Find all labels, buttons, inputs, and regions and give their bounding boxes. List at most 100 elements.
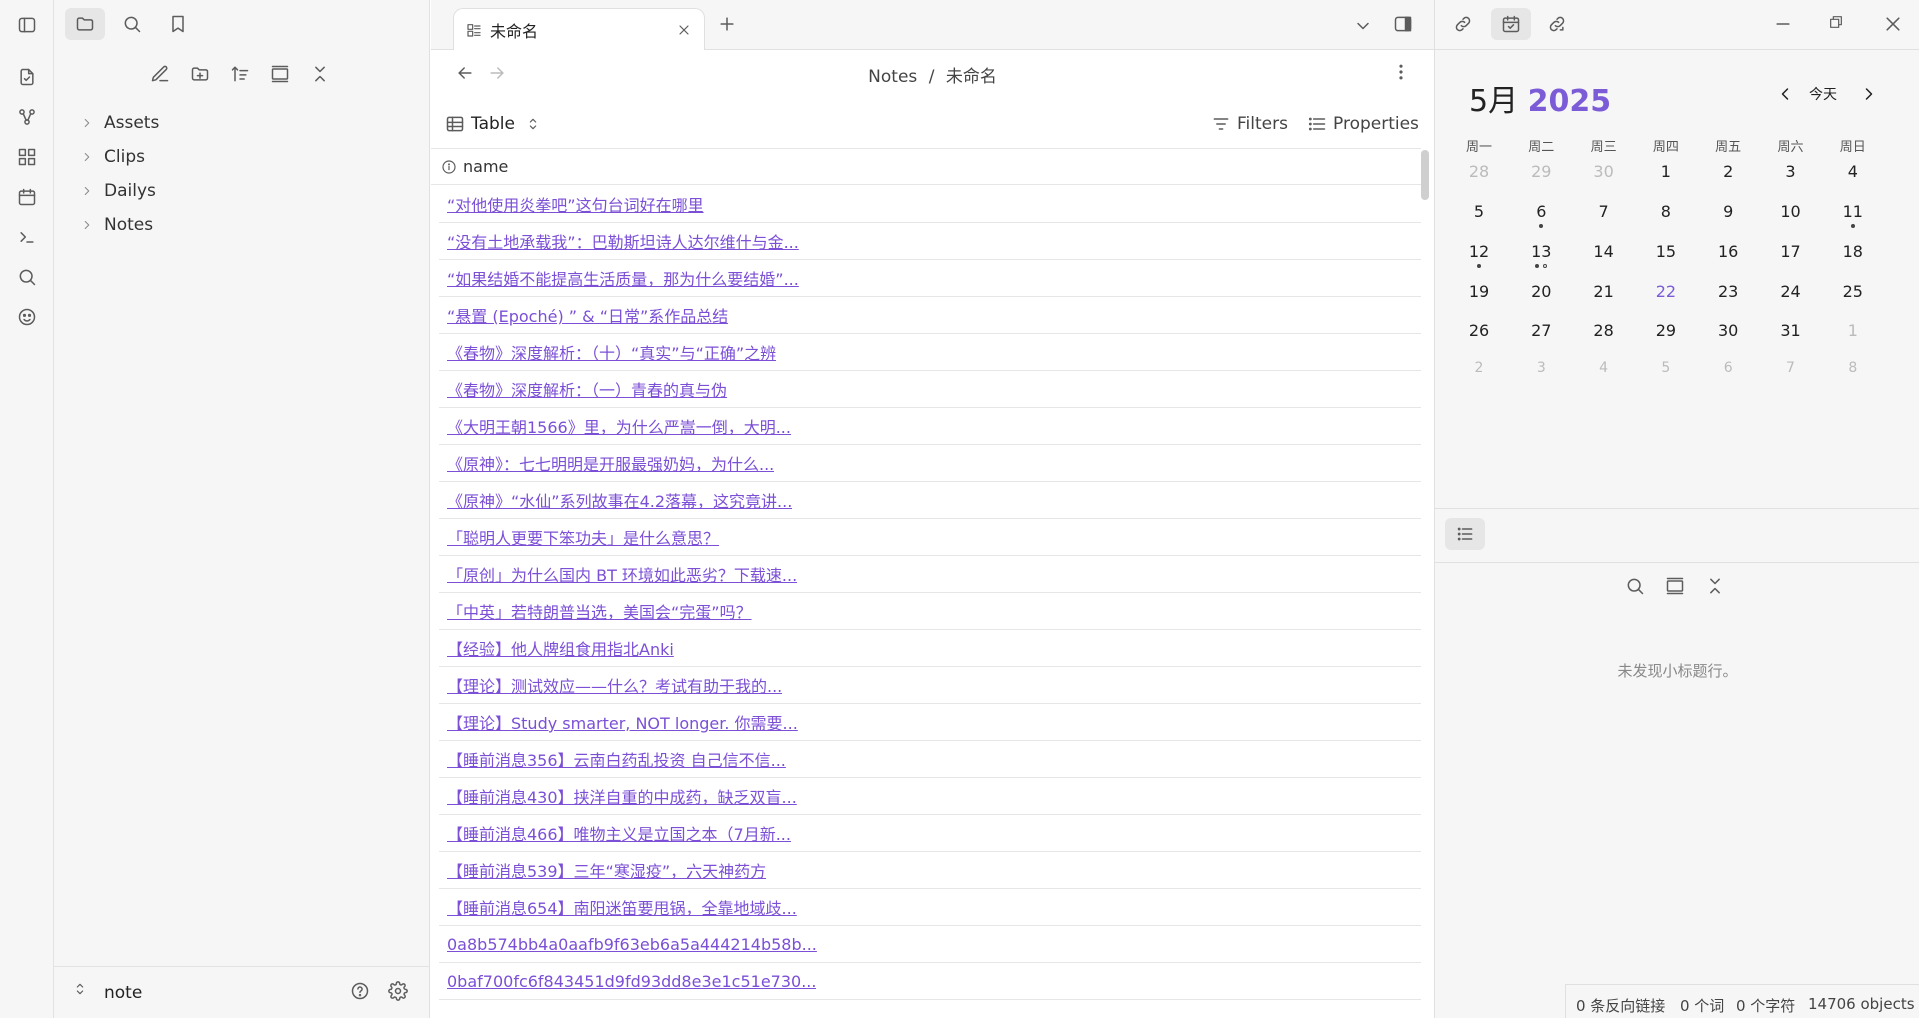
breadcrumb-file[interactable]: 未命名 xyxy=(946,67,997,87)
breadcrumb-folder[interactable]: Notes xyxy=(868,67,917,87)
calendar-day[interactable]: 5 xyxy=(1459,202,1499,221)
calendar-tab-button[interactable] xyxy=(1491,8,1531,40)
table-scrollbar[interactable] xyxy=(1421,150,1429,200)
calendar-day[interactable]: 2 xyxy=(1459,360,1499,376)
calendar-day[interactable]: 27 xyxy=(1521,321,1561,340)
more-options-icon[interactable] xyxy=(1391,62,1411,82)
calendar-day[interactable]: 15 xyxy=(1646,242,1686,261)
new-folder-icon[interactable] xyxy=(190,64,210,84)
outgoing-links-icon[interactable] xyxy=(1547,14,1567,34)
vault-name[interactable]: note xyxy=(104,983,142,1003)
bookmarks-tab-button[interactable] xyxy=(158,8,198,40)
calendar-day[interactable]: 8 xyxy=(1646,202,1686,221)
restore-window-icon[interactable] xyxy=(1828,14,1844,30)
calendar-day[interactable]: 2 xyxy=(1708,162,1748,181)
properties-button[interactable]: Properties xyxy=(1307,110,1419,138)
table-header-name[interactable]: name xyxy=(431,148,1421,185)
calendar-day[interactable]: 23 xyxy=(1708,282,1748,301)
note-link[interactable]: 0a8b574bb4a0aafb9f63eb6a5a444214b58b... xyxy=(447,935,817,954)
folder-dailys[interactable]: Dailys xyxy=(78,176,156,206)
outline-auto-expand-icon[interactable] xyxy=(1665,576,1685,596)
note-link[interactable]: 「原创」为什么国内 BT 环境如此恶劣？下载速... xyxy=(447,562,797,586)
outline-collapse-icon[interactable] xyxy=(1705,576,1725,596)
next-month-icon[interactable] xyxy=(1859,84,1879,104)
files-tab-button[interactable] xyxy=(65,8,105,40)
close-window-icon[interactable] xyxy=(1883,14,1903,34)
note-link[interactable]: 【睡前消息430】挟洋自重的中成药，缺乏双盲... xyxy=(447,784,797,808)
help-icon[interactable] xyxy=(350,981,370,1001)
tab-untitled[interactable]: 未命名 xyxy=(453,8,705,50)
calendar-day[interactable]: 7 xyxy=(1584,202,1624,221)
calendar-day[interactable]: 1 xyxy=(1833,321,1873,340)
calendar-day[interactable]: 12 xyxy=(1459,242,1499,261)
search-tab-button[interactable] xyxy=(112,8,152,40)
note-link[interactable]: 《春物》深度解析：（一）青春的真与伪 xyxy=(447,377,727,401)
calendar-day[interactable]: 21 xyxy=(1584,282,1624,301)
close-tab-icon[interactable] xyxy=(676,22,692,38)
sidebar-toggle-icon[interactable] xyxy=(14,12,40,38)
auto-reveal-icon[interactable] xyxy=(270,64,290,84)
status-backlinks[interactable]: 0 条反向链接 xyxy=(1576,995,1665,1016)
today-button[interactable]: 今天 xyxy=(1809,84,1837,104)
calendar-day[interactable]: 20 xyxy=(1521,282,1561,301)
search-icon[interactable] xyxy=(14,264,40,290)
calendar-day[interactable]: 6 xyxy=(1521,202,1561,221)
calendar-day[interactable]: 19 xyxy=(1459,282,1499,301)
canvas-icon[interactable] xyxy=(14,144,40,170)
note-link[interactable]: 【睡前消息654】南阳迷笛要甩锅，全靠地域歧... xyxy=(447,895,797,919)
note-link[interactable]: 【睡前消息466】唯物主义是立国之本（7月新... xyxy=(447,821,791,845)
graph-view-icon[interactable] xyxy=(14,104,40,130)
note-link[interactable]: 0baf700fc6f843451d9fd93dd8e3e1c51e730... xyxy=(447,972,816,991)
calendar-day[interactable]: 25 xyxy=(1833,282,1873,301)
calendar-day[interactable]: 1 xyxy=(1646,162,1686,181)
calendar-day[interactable]: 9 xyxy=(1708,202,1748,221)
outline-search-icon[interactable] xyxy=(1625,576,1645,596)
calendar-day[interactable]: 30 xyxy=(1708,321,1748,340)
calendar-day[interactable]: 3 xyxy=(1521,360,1561,376)
calendar-day[interactable]: 24 xyxy=(1771,282,1811,301)
folder-assets[interactable]: Assets xyxy=(78,108,159,138)
calendar-day[interactable]: 14 xyxy=(1584,242,1624,261)
new-note-icon[interactable] xyxy=(150,64,170,84)
vault-switch-icon[interactable] xyxy=(72,981,88,997)
calendar-day[interactable]: 4 xyxy=(1833,162,1873,181)
note-link[interactable]: 【理论】测试效应——什么？考试有助于我的... xyxy=(447,673,782,697)
view-selector[interactable]: Table xyxy=(445,110,541,138)
note-link[interactable]: “悬置 (Epoché) ” & “日常”系作品总结 xyxy=(447,303,728,327)
calendar-day[interactable]: 13 xyxy=(1521,242,1561,261)
note-link[interactable]: 【理论】Study smarter, NOT longer. 你需要... xyxy=(447,710,798,734)
note-link[interactable]: 《原神》“水仙”系列故事在4.2落幕，这究竟讲... xyxy=(447,488,792,512)
outline-tab-button[interactable] xyxy=(1445,518,1485,550)
calendar-day[interactable]: 22 xyxy=(1646,282,1686,301)
calendar-day[interactable]: 6 xyxy=(1708,360,1748,376)
calendar-day[interactable]: 16 xyxy=(1708,242,1748,261)
calendar-day[interactable]: 8 xyxy=(1833,360,1873,376)
calendar-day[interactable]: 4 xyxy=(1584,360,1624,376)
daily-note-icon[interactable] xyxy=(14,184,40,210)
plugin-face-icon[interactable] xyxy=(14,304,40,330)
calendar-day[interactable]: 29 xyxy=(1646,321,1686,340)
sort-icon[interactable] xyxy=(230,64,250,84)
calendar-day[interactable]: 28 xyxy=(1459,162,1499,181)
note-link[interactable]: “没有土地承载我”：巴勒斯坦诗人达尔维什与金... xyxy=(447,229,799,253)
filters-button[interactable]: Filters xyxy=(1211,110,1288,138)
calendar-day[interactable]: 28 xyxy=(1584,321,1624,340)
calendar-day[interactable]: 7 xyxy=(1771,360,1811,376)
tab-list-chevron-icon[interactable] xyxy=(1353,16,1373,36)
note-link[interactable]: 《春物》深度解析：（十）“真实”与“正确”之辨 xyxy=(447,340,776,364)
settings-gear-icon[interactable] xyxy=(388,981,408,1001)
calendar-day[interactable]: 11 xyxy=(1833,202,1873,221)
note-link[interactable]: 「中英」若特朗普当选，美国会“完蛋”吗？ xyxy=(447,599,752,623)
calendar-day[interactable]: 10 xyxy=(1771,202,1811,221)
note-link[interactable]: “对他使用炎拳吧”这句台词好在哪里 xyxy=(447,192,704,216)
collapse-all-icon[interactable] xyxy=(310,64,330,84)
prev-month-icon[interactable] xyxy=(1775,84,1795,104)
note-link[interactable]: 【睡前消息539】三年“寒湿疫”，六天神药方 xyxy=(447,858,766,882)
calendar-day[interactable]: 26 xyxy=(1459,321,1499,340)
calendar-day[interactable]: 5 xyxy=(1646,360,1686,376)
note-link[interactable]: 【睡前消息356】云南白药乱投资 自己信不信... xyxy=(447,747,786,771)
note-link[interactable]: 【经验】他人牌组食用指北Anki xyxy=(447,636,674,660)
command-palette-icon[interactable] xyxy=(14,224,40,250)
calendar-day[interactable]: 29 xyxy=(1521,162,1561,181)
note-link[interactable]: 「聪明人更要下笨功夫」是什么意思？ xyxy=(447,525,719,549)
